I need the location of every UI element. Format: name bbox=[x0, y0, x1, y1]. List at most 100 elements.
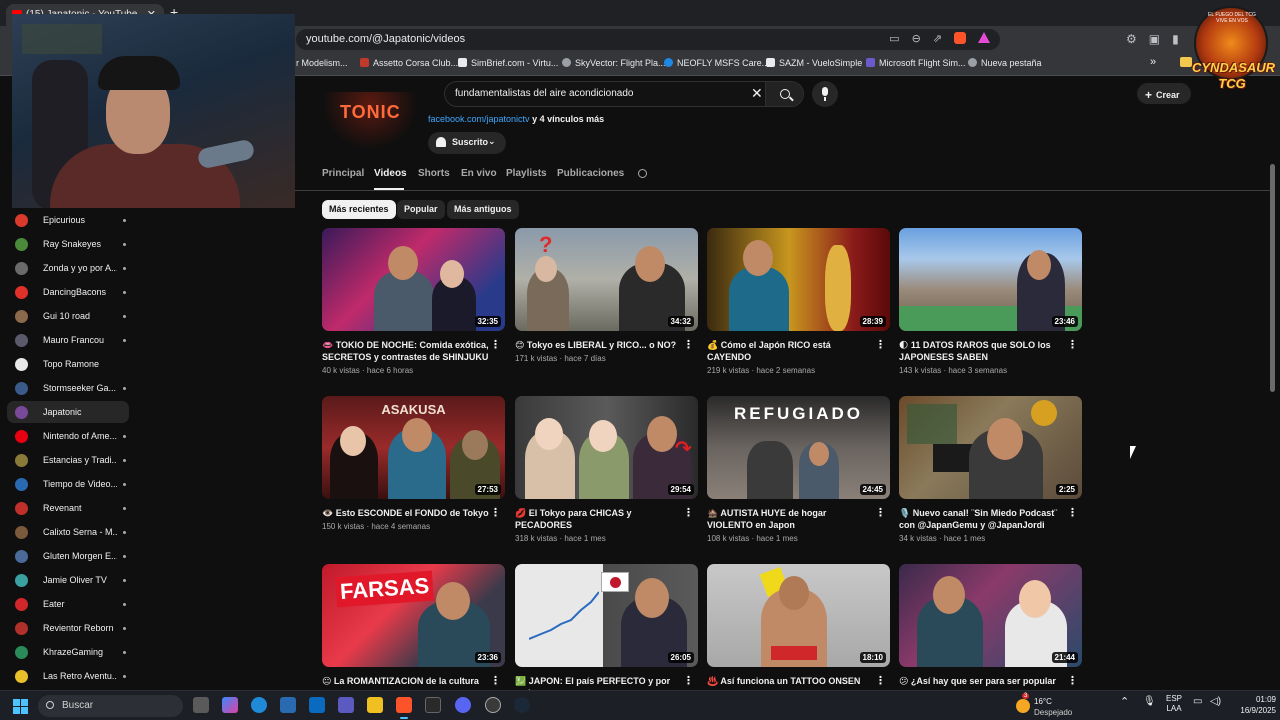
bookmark-item[interactable]: SimBrief.com - Virtu... bbox=[458, 58, 558, 68]
sidebar-item-japatonic[interactable]: Japatonic bbox=[7, 401, 129, 423]
video-thumbnail[interactable]: 28:39 bbox=[707, 228, 890, 331]
omnibox[interactable]: youtube.com/@Japatonic/videos ▭ ⊖ ⇗ bbox=[296, 29, 1000, 50]
sidebar-item-zonda[interactable]: Zonda y yo por A... bbox=[7, 257, 129, 279]
sidebar-item-estancias[interactable]: Estancias y Tradi... bbox=[7, 449, 129, 471]
tab-playlists[interactable]: Playlists bbox=[506, 168, 547, 179]
sidebar-item-gluten-morgen[interactable]: Gluten Morgen E... bbox=[7, 545, 129, 567]
sidebar-item-las-retro-aventuras[interactable]: Las Retro Aventu... bbox=[7, 665, 129, 687]
tab-publicaciones[interactable]: Publicaciones bbox=[557, 168, 624, 179]
bookmark-item[interactable]: Microsoft Flight Sim... bbox=[866, 58, 966, 68]
video-card[interactable]: 21:44 😕 ¿Así hay que ser para ser popula… bbox=[899, 564, 1082, 699]
chip-mas-antiguos[interactable]: Más antiguos bbox=[447, 200, 519, 219]
network-icon[interactable]: ▭ bbox=[1193, 696, 1202, 707]
system-clock[interactable]: 01:09 16/9/2025 bbox=[1226, 694, 1276, 716]
extensions-icon[interactable]: ⚙ bbox=[1126, 32, 1137, 46]
task-view-icon[interactable] bbox=[193, 697, 209, 713]
bookmark-item[interactable]: SkyVector: Flight Pla... bbox=[562, 58, 666, 68]
chevron-up-icon[interactable]: ⌃ bbox=[1120, 695, 1129, 708]
outlook-icon[interactable] bbox=[309, 697, 325, 713]
voice-search-icon[interactable] bbox=[812, 81, 838, 107]
chip-mas-recientes[interactable]: Más recientes bbox=[322, 200, 396, 219]
tab-principal[interactable]: Principal bbox=[322, 168, 364, 179]
tab-shorts[interactable]: Shorts bbox=[418, 168, 450, 179]
video-title[interactable]: 💋 El Tokyo para CHICAS y PECADORES ⋮ bbox=[515, 507, 698, 531]
video-card[interactable]: REFUGIADO 24:45 🏚️ AUTISTA HUYE de hogar… bbox=[707, 396, 890, 543]
video-title[interactable]: 👄 TOKIO DE NOCHE: Comida exótica, SECRET… bbox=[322, 339, 505, 363]
sidebar-item-stormseeker[interactable]: Stormseeker Ga... bbox=[7, 377, 129, 399]
edge-icon[interactable] bbox=[251, 697, 267, 713]
video-title[interactable]: 💰 Cómo el Japón RICO está CAYENDO ⋮ bbox=[707, 339, 890, 363]
more-options-icon[interactable]: ⋮ bbox=[490, 675, 501, 687]
video-card[interactable]: ↷ 29:54 💋 El Tokyo para CHICAS y PECADOR… bbox=[515, 396, 698, 543]
clear-search-icon[interactable]: ✕ bbox=[751, 85, 763, 102]
bookmark-folder-icon[interactable] bbox=[1180, 57, 1192, 67]
sidebar-toggle-icon[interactable]: ▣ bbox=[1149, 32, 1160, 46]
app-icon[interactable] bbox=[425, 697, 441, 713]
sidebar-item-eater[interactable]: Eater bbox=[7, 593, 129, 615]
bookmark-item[interactable]: Nueva pestaña bbox=[968, 58, 1042, 68]
steam-icon[interactable] bbox=[514, 697, 530, 713]
copilot-icon[interactable] bbox=[222, 697, 238, 713]
teams-icon[interactable] bbox=[338, 697, 354, 713]
tab-en-vivo[interactable]: En vivo bbox=[461, 168, 497, 179]
video-card[interactable]: ? 34:32 😊 Tokyo es LIBERAL y RICO... o N… bbox=[515, 228, 698, 363]
video-title[interactable]: 👁️ Esto ESCONDE el FONDO de Tokyo ⋮ bbox=[322, 507, 505, 519]
video-thumbnail[interactable]: ASAKUSA 27:53 bbox=[322, 396, 505, 499]
channel-search-icon[interactable] bbox=[638, 169, 647, 178]
video-card[interactable]: 23:46 🌓 11 DATOS RAROS que SOLO los JAPO… bbox=[899, 228, 1082, 375]
sidebar-item-jamie-oliver[interactable]: Jamie Oliver TV bbox=[7, 569, 129, 591]
sidebar-item-gui-10-road[interactable]: Gui 10 road bbox=[7, 305, 129, 327]
video-card[interactable]: 18:10 ♨️ Así funciona un TATTOO ONSEN po… bbox=[707, 564, 890, 699]
store-icon[interactable] bbox=[280, 697, 296, 713]
more-options-icon[interactable]: ⋮ bbox=[683, 507, 694, 519]
sidebar-item-revientor[interactable]: Revientor Reborn bbox=[7, 617, 129, 639]
more-options-icon[interactable]: ⋮ bbox=[1067, 339, 1078, 351]
page-scrollbar[interactable] bbox=[1270, 164, 1275, 392]
app-icon[interactable] bbox=[485, 697, 501, 713]
bookmark-item[interactable]: SAZM - VueloSimple bbox=[766, 58, 862, 68]
file-explorer-icon[interactable] bbox=[367, 697, 383, 713]
video-thumbnail[interactable]: REFUGIADO 24:45 bbox=[707, 396, 890, 499]
more-links[interactable]: y 4 vínculos más bbox=[532, 114, 604, 124]
sidebar-item-revenant[interactable]: Revenant bbox=[7, 497, 129, 519]
video-thumbnail[interactable]: 2:25 bbox=[899, 396, 1082, 499]
video-title[interactable]: 🎙️ Nuevo canal! ¨Sin Miedo Podcast¨ con … bbox=[899, 507, 1082, 531]
sidebar-item-nintendo[interactable]: Nintendo of Ame... bbox=[7, 425, 129, 447]
sidebar-item-ray-snakeyes[interactable]: Ray Snakeyes bbox=[7, 233, 129, 255]
language-indicator[interactable]: ESP LAA bbox=[1166, 694, 1182, 714]
sidebar-item-calixto-serna[interactable]: Calixto Serna - M... bbox=[7, 521, 129, 543]
more-options-icon[interactable]: ⋮ bbox=[875, 507, 886, 519]
more-options-icon[interactable]: ⋮ bbox=[683, 675, 694, 687]
video-title[interactable]: 😐 La ROMANTIZACION de la cultura ⋮ bbox=[322, 675, 505, 687]
more-options-icon[interactable]: ⋮ bbox=[1067, 507, 1078, 519]
more-options-icon[interactable]: ⋮ bbox=[490, 339, 501, 351]
more-options-icon[interactable]: ⋮ bbox=[490, 507, 501, 519]
channel-link[interactable]: facebook.com/japatonictv bbox=[428, 114, 530, 124]
more-options-icon[interactable]: ⋮ bbox=[875, 675, 886, 687]
taskbar-search[interactable]: Buscar bbox=[38, 695, 183, 717]
bookmark-item[interactable]: r Modelism... bbox=[296, 58, 348, 68]
more-options-icon[interactable]: ⋮ bbox=[683, 339, 694, 351]
create-button[interactable]: + Crear bbox=[1137, 83, 1191, 104]
sidebar-item-tiempo-de-video[interactable]: Tiempo de Video... bbox=[7, 473, 129, 495]
more-options-icon[interactable]: ⋮ bbox=[875, 339, 886, 351]
sidebar-item-khrazegaming[interactable]: KhrazeGaming bbox=[7, 641, 129, 663]
video-card[interactable]: 28:39 💰 Cómo el Japón RICO está CAYENDO ⋮… bbox=[707, 228, 890, 375]
video-thumbnail[interactable]: 18:10 bbox=[707, 564, 890, 667]
video-thumbnail[interactable]: ? 34:32 bbox=[515, 228, 698, 331]
video-thumbnail[interactable]: FARSAS 23:36 bbox=[322, 564, 505, 667]
video-thumbnail[interactable]: 32:35 bbox=[322, 228, 505, 331]
video-title[interactable]: 🌓 11 DATOS RAROS que SOLO los JAPONESES … bbox=[899, 339, 1082, 363]
discord-icon[interactable] bbox=[455, 697, 471, 713]
cast-icon[interactable]: ▭ bbox=[889, 32, 899, 45]
volume-icon[interactable]: ◁) bbox=[1210, 696, 1221, 707]
video-title[interactable]: 🏚️ AUTISTA HUYE de hogar VIOLENTO en Jap… bbox=[707, 507, 890, 531]
video-thumbnail[interactable]: ↷ 29:54 bbox=[515, 396, 698, 499]
video-card[interactable]: 2:25 🎙️ Nuevo canal! ¨Sin Miedo Podcast¨… bbox=[899, 396, 1082, 543]
sidebar-item-dancingbacons[interactable]: DancingBacons bbox=[7, 281, 129, 303]
windows-start-icon[interactable] bbox=[13, 699, 28, 714]
video-card[interactable]: ASAKUSA 27:53 👁️ Esto ESCONDE el FONDO d… bbox=[322, 396, 505, 531]
search-input[interactable]: fundamentalistas del aire acondicionado bbox=[455, 88, 633, 99]
video-card[interactable]: FARSAS 23:36 😐 La ROMANTIZACION de la cu… bbox=[322, 564, 505, 687]
brave-rewards-icon[interactable] bbox=[978, 32, 990, 43]
